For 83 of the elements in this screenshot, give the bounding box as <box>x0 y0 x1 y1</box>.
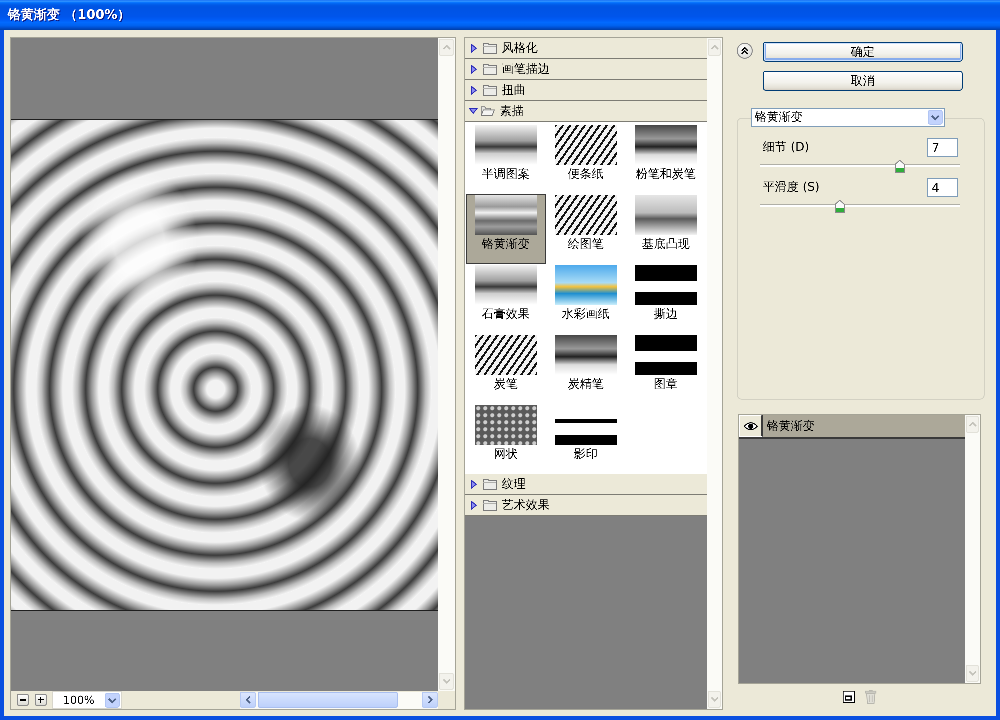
thumbnail-placeholder <box>555 125 617 165</box>
trash-icon <box>864 690 876 704</box>
filter-item[interactable]: 便条纸 <box>546 124 626 194</box>
zoom-dropdown[interactable]: 100% <box>52 691 122 709</box>
slider-thumb[interactable] <box>835 200 845 213</box>
category-header[interactable]: 艺术效果 <box>465 495 707 516</box>
thumbnail-placeholder <box>475 335 537 375</box>
filter-item[interactable]: 撕边 <box>626 264 706 334</box>
filter-item[interactable]: 铬黄渐变 <box>466 194 546 264</box>
vertical-scrollbar[interactable] <box>438 38 455 691</box>
scrollbar-thumb[interactable] <box>258 692 398 708</box>
window-title: 铬黄渐变 （100%） <box>8 6 131 24</box>
filter-dropdown[interactable]: 铬黄渐变 <box>751 108 945 127</box>
scroll-up-button[interactable] <box>708 39 721 56</box>
filter-item[interactable]: 绘图笔 <box>546 194 626 264</box>
folder-icon <box>483 42 497 54</box>
chevron-down-icon <box>442 679 450 684</box>
filter-item[interactable]: 半调图案 <box>466 124 546 194</box>
scroll-down-button[interactable] <box>708 691 721 708</box>
chevron-down-icon <box>968 671 976 676</box>
thumbnail-placeholder <box>555 195 617 235</box>
slider-thumb[interactable] <box>895 160 905 173</box>
vertical-scrollbar[interactable] <box>707 38 722 709</box>
plus-icon <box>38 697 44 703</box>
chevron-down-icon <box>105 692 120 708</box>
filter-item[interactable]: 石膏效果 <box>466 264 546 334</box>
filter-item[interactable]: 炭笔 <box>466 334 546 404</box>
scroll-up-button[interactable] <box>439 39 454 56</box>
chevron-up-icon <box>968 422 976 427</box>
value-field[interactable]: 7 <box>927 138 958 157</box>
folder-icon <box>483 478 497 490</box>
thumbnail-placeholder <box>475 405 537 445</box>
thumbnail-placeholder <box>635 125 697 165</box>
thumbnail-placeholder <box>635 195 697 235</box>
minus-icon <box>20 699 26 701</box>
parameter-label: 细节 (D) <box>763 139 810 156</box>
filter-item[interactable]: 粉笔和炭笔 <box>626 124 706 194</box>
category-header[interactable]: 扭曲 <box>465 80 707 101</box>
folder-icon <box>483 499 497 511</box>
visibility-toggle[interactable] <box>739 415 763 437</box>
chevron-down-icon <box>928 110 943 125</box>
chevron-left-icon <box>246 696 250 704</box>
filter-item[interactable]: 炭精笔 <box>546 334 626 404</box>
layer-row[interactable]: 铬黄渐变 <box>739 415 965 439</box>
filter-item[interactable]: 网状 <box>466 404 546 474</box>
scroll-left-button[interactable] <box>240 692 256 708</box>
filter-item[interactable]: 基底凸现 <box>626 194 706 264</box>
thumbnail-placeholder <box>555 335 617 375</box>
scroll-up-button[interactable] <box>966 416 979 433</box>
cancel-button[interactable]: 取消 <box>763 71 963 91</box>
page-icon <box>842 690 854 704</box>
folder-icon <box>483 63 497 75</box>
ok-button[interactable]: 确定 <box>763 42 963 62</box>
parameter-label: 平滑度 (S) <box>763 179 820 196</box>
folder-icon <box>483 84 497 96</box>
filter-item[interactable]: 图章 <box>626 334 706 404</box>
new-layer-button[interactable] <box>842 689 856 705</box>
chevron-up-icon <box>710 45 718 50</box>
vertical-scrollbar[interactable] <box>965 415 980 683</box>
category-header[interactable]: 画笔描边 <box>465 59 707 80</box>
thumbnail-placeholder <box>635 265 697 305</box>
zoom-in-button[interactable] <box>35 694 47 706</box>
scroll-right-button[interactable] <box>422 692 438 708</box>
filter-item[interactable]: 影印 <box>546 404 626 474</box>
horizontal-scrollbar[interactable] <box>240 692 438 708</box>
scroll-down-button[interactable] <box>966 665 979 682</box>
chevron-down-icon <box>710 697 718 702</box>
thumbnail-placeholder <box>475 265 537 305</box>
zoom-out-button[interactable] <box>17 694 29 706</box>
value-field[interactable]: 4 <box>927 178 958 197</box>
chevron-up-icon <box>442 45 450 50</box>
filter-item[interactable]: 水彩画纸 <box>546 264 626 334</box>
chevron-right-icon <box>428 696 432 704</box>
thumbnail-placeholder <box>475 195 537 235</box>
category-header[interactable]: 素描 <box>465 101 707 122</box>
thumbnail-placeholder <box>475 125 537 165</box>
thumbnail-placeholder <box>635 335 697 375</box>
category-header[interactable]: 风格化 <box>465 38 707 59</box>
category-header[interactable]: 纹理 <box>465 474 707 495</box>
thumbnail-placeholder <box>555 265 617 305</box>
open-folder-icon <box>481 105 495 117</box>
double-chevron-up-icon <box>741 47 749 55</box>
collapse-button[interactable] <box>737 43 753 59</box>
